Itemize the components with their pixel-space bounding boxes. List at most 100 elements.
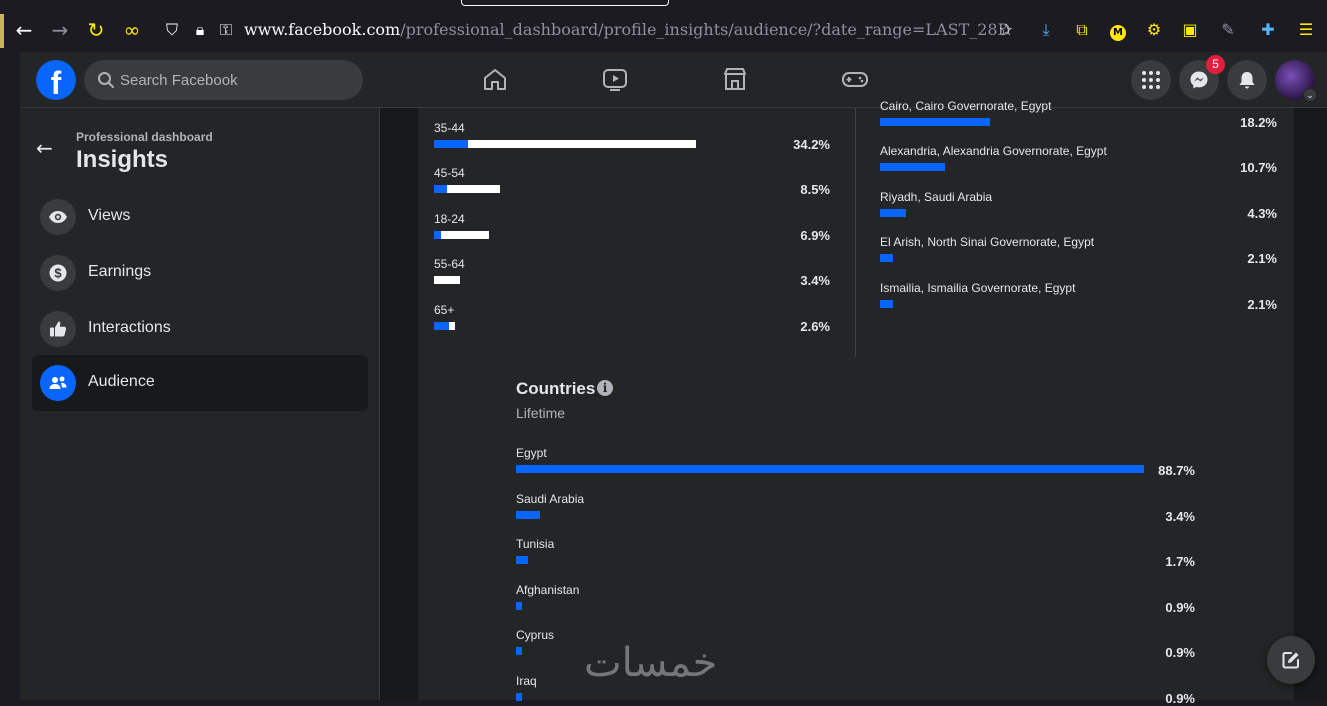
age-group-bar-fill xyxy=(434,185,447,193)
city-percent: 2.1% xyxy=(1247,297,1277,312)
info-icon[interactable]: i xyxy=(597,380,613,396)
city-bar xyxy=(880,300,893,308)
city-bar xyxy=(880,254,893,262)
messenger-badge: 5 xyxy=(1206,55,1225,74)
country-percent: 0.9% xyxy=(1165,600,1195,615)
download-icon[interactable]: ⤓ xyxy=(1036,20,1056,40)
watermark-logo: خمسات xyxy=(584,640,718,686)
svg-text:$: $ xyxy=(54,266,62,281)
url-host: www.facebook.com xyxy=(244,20,401,39)
bell-icon xyxy=(1239,72,1255,89)
facebook-logo-icon[interactable]: f xyxy=(36,60,76,100)
sidebar-item-interactions[interactable]: Interactions xyxy=(32,301,368,357)
menu-grid-button[interactable] xyxy=(1131,60,1171,100)
grid-icon xyxy=(1142,71,1160,89)
permissions-icon[interactable]: ⚿ xyxy=(214,18,238,42)
url-bar[interactable]: www.facebook.com/professional_dashboard/… xyxy=(244,20,1010,39)
reload-icon[interactable]: ↻ xyxy=(84,18,108,42)
settings-gear-icon[interactable]: ⚙ xyxy=(1144,20,1164,40)
browser-toolbar: ← → ↻ ∞ ⛉ 🔒︎ ⚿ www.facebook.com/professi… xyxy=(0,0,1327,52)
city-bar xyxy=(880,163,945,171)
extensions-icon[interactable]: ⧉ xyxy=(1072,20,1092,40)
city-percent: 10.7% xyxy=(1240,160,1277,175)
new-message-button[interactable] xyxy=(1267,636,1315,684)
marketplace-icon[interactable] xyxy=(720,64,750,94)
city-label: El Arish, North Sinai Governorate, Egypt xyxy=(880,235,1095,249)
age-group-percent: 6.9% xyxy=(800,228,830,243)
shield-icon[interactable]: ⛉ xyxy=(160,18,184,42)
active-tab-edge[interactable] xyxy=(461,0,669,6)
country-bar xyxy=(516,511,540,519)
city-bar xyxy=(880,118,990,126)
lock-icon[interactable]: 🔒︎ xyxy=(188,18,212,42)
dollar-icon: $ xyxy=(40,255,76,291)
country-label: Afghanistan xyxy=(516,583,580,597)
age-group-percent: 3.4% xyxy=(800,273,830,288)
facebook-header: f 5 ⌄ xyxy=(20,52,1327,108)
age-group-bar-fill xyxy=(434,231,441,239)
age-group-label: 18-24 xyxy=(434,212,465,226)
age-group-percent: 2.6% xyxy=(800,319,830,334)
country-percent: 0.9% xyxy=(1165,645,1195,660)
countries-title: Countries xyxy=(516,379,596,398)
search-input[interactable] xyxy=(120,60,350,100)
account-avatar[interactable]: ⌄ xyxy=(1275,60,1317,102)
city-label: Ismailia, Ismailia Governorate, Egypt xyxy=(880,281,1076,295)
country-bar xyxy=(516,647,522,655)
chevron-down-icon[interactable]: ⌄ xyxy=(1303,88,1317,102)
sidebar-subtitle: Professional dashboard xyxy=(76,130,213,144)
city-percent: 4.3% xyxy=(1247,206,1277,221)
age-group-bar xyxy=(434,140,696,148)
age-group-bar-fill xyxy=(434,140,468,148)
city-bar xyxy=(880,209,906,217)
back-arrow-icon[interactable]: ← xyxy=(36,136,53,160)
age-group-label: 55-64 xyxy=(434,257,465,271)
country-percent: 3.4% xyxy=(1165,509,1195,524)
column-divider xyxy=(855,108,856,357)
country-label: Iraq xyxy=(516,674,537,688)
sidebar-edge-strip xyxy=(0,14,4,48)
country-label: Saudi Arabia xyxy=(516,492,585,506)
private-mask-icon: ∞ xyxy=(123,18,141,42)
country-label: Tunisia xyxy=(516,537,555,551)
age-group-label: 35-44 xyxy=(434,121,465,135)
sidebar-item-label: Views xyxy=(88,207,131,224)
bookmark-star-icon[interactable]: ☆ xyxy=(996,20,1016,40)
forward-arrow-icon[interactable]: → xyxy=(48,18,72,42)
extension-box-icon[interactable]: ▣ xyxy=(1180,20,1200,40)
extension-m-icon[interactable]: M xyxy=(1110,25,1126,41)
back-arrow-icon[interactable]: ← xyxy=(12,18,36,42)
sidebar-item-views[interactable]: Views xyxy=(32,189,368,245)
thumbs-up-icon xyxy=(40,311,76,347)
video-icon[interactable] xyxy=(600,64,630,94)
sidebar-item-label: Earnings xyxy=(88,263,152,280)
city-label: Riyadh, Saudi Arabia xyxy=(880,190,993,204)
home-icon[interactable] xyxy=(480,64,510,94)
age-group-bar xyxy=(434,231,489,239)
menu-hamburger-icon[interactable]: ☰ xyxy=(1296,20,1316,40)
age-group-label: 45-54 xyxy=(434,166,465,180)
age-group-label: 65+ xyxy=(434,303,455,317)
city-label: Cairo, Cairo Governorate, Egypt xyxy=(880,99,1052,113)
city-percent: 2.1% xyxy=(1247,251,1277,266)
extension-flag-icon[interactable]: ✚ xyxy=(1258,20,1278,40)
sidebar-item-earnings[interactable]: $ Earnings xyxy=(32,245,368,301)
sidebar-item-audience[interactable]: Audience xyxy=(32,355,368,411)
search-box[interactable] xyxy=(84,60,363,100)
country-percent: 1.7% xyxy=(1165,554,1195,569)
extension-tool-icon[interactable]: ✎ xyxy=(1218,20,1238,40)
compose-icon xyxy=(1282,652,1299,669)
age-group-bar xyxy=(434,276,460,284)
eye-icon xyxy=(40,199,76,235)
url-path: /professional_dashboard/profile_insights… xyxy=(400,20,1011,39)
countries-subtitle: Lifetime xyxy=(516,405,566,421)
search-icon xyxy=(98,72,114,88)
gaming-icon[interactable] xyxy=(840,64,870,94)
notifications-button[interactable] xyxy=(1227,60,1267,100)
city-percent: 18.2% xyxy=(1240,115,1277,130)
country-bar xyxy=(516,465,1144,473)
sidebar-item-label: Interactions xyxy=(88,319,171,336)
messenger-button[interactable]: 5 xyxy=(1179,55,1225,100)
age-group-percent: 8.5% xyxy=(800,182,830,197)
age-group-bar-fill xyxy=(434,322,449,330)
